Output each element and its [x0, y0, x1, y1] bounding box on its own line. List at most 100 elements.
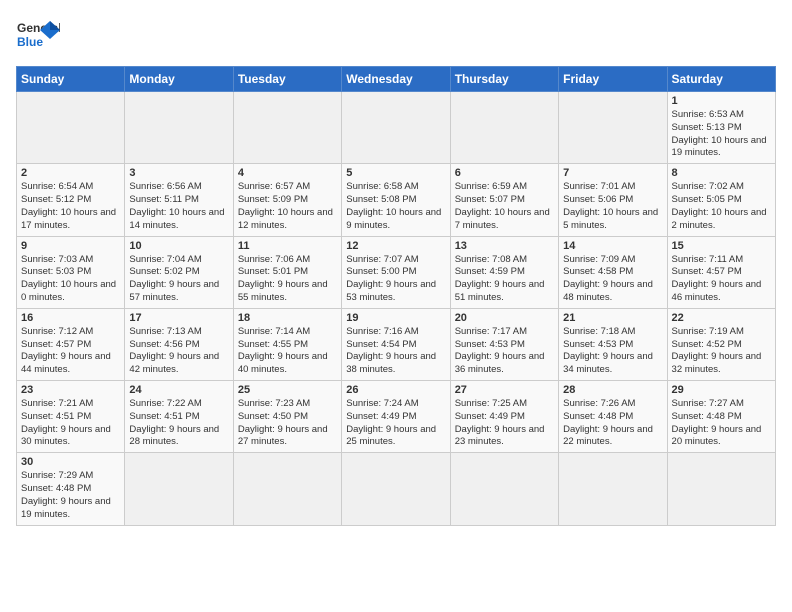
calendar-table: SundayMondayTuesdayWednesdayThursdayFrid…: [16, 66, 776, 526]
calendar-cell: 21 Sunrise: 7:18 AM Sunset: 4:53 PM Dayli…: [559, 308, 667, 380]
calendar-cell: 1Sunrise: 6:53 AM Sunset: 5:13 PM Daylig…: [667, 92, 775, 164]
calendar-cell: 19 Sunrise: 7:16 AM Sunset: 4:54 PM Dayli…: [342, 308, 450, 380]
day-number: 8: [672, 167, 771, 179]
day-number: 23: [21, 384, 120, 396]
calendar-cell: [559, 92, 667, 164]
calendar-cell: 10 Sunrise: 7:04 AM Sunset: 5:02 PM Dayli…: [125, 236, 233, 308]
day-number: 21: [563, 312, 662, 324]
day-info: Sunrise: 7:14 AM Sunset: 4:55 PM Dayligh…: [238, 326, 337, 377]
day-info: Sunrise: 7:06 AM Sunset: 5:01 PM Dayligh…: [238, 254, 337, 305]
day-info: Sunrise: 6:58 AM Sunset: 5:08 PM Dayligh…: [346, 181, 445, 232]
calendar-cell: 3 Sunrise: 6:56 AM Sunset: 5:11 PM Daylig…: [125, 164, 233, 236]
calendar-cell: 5 Sunrise: 6:58 AM Sunset: 5:08 PM Daylig…: [342, 164, 450, 236]
day-number: 28: [563, 384, 662, 396]
calendar-cell: 22Sunrise: 7:19 AM Sunset: 4:52 PM Dayli…: [667, 308, 775, 380]
calendar-cell: [125, 453, 233, 525]
day-number: 15: [672, 240, 771, 252]
day-number: 2: [21, 167, 120, 179]
day-number: 19: [346, 312, 445, 324]
calendar-week-row: 1Sunrise: 6:53 AM Sunset: 5:13 PM Daylig…: [17, 92, 776, 164]
calendar-cell: [233, 92, 341, 164]
calendar-cell: 8 Sunrise: 7:02 AM Sunset: 5:05 PM Daylig…: [667, 164, 775, 236]
day-of-week-header: Tuesday: [233, 67, 341, 92]
day-info: Sunrise: 7:08 AM Sunset: 4:59 PM Dayligh…: [455, 254, 554, 305]
day-info: Sunrise: 6:56 AM Sunset: 5:11 PM Dayligh…: [129, 181, 228, 232]
calendar-cell: [17, 92, 125, 164]
day-info: Sunrise: 7:13 AM Sunset: 4:56 PM Dayligh…: [129, 326, 228, 377]
calendar-cell: 4Sunrise: 6:57 AM Sunset: 5:09 PM Daylig…: [233, 164, 341, 236]
calendar-cell: [450, 453, 558, 525]
calendar-cell: 20Sunrise: 7:17 AM Sunset: 4:53 PM Dayli…: [450, 308, 558, 380]
calendar-cell: 28Sunrise: 7:26 AM Sunset: 4:48 PM Dayli…: [559, 381, 667, 453]
calendar-cell: 6Sunrise: 6:59 AM Sunset: 5:07 PM Daylig…: [450, 164, 558, 236]
day-info: Sunrise: 7:11 AM Sunset: 4:57 PM Dayligh…: [672, 254, 771, 305]
calendar-week-row: 16Sunrise: 7:12 AM Sunset: 4:57 PM Dayli…: [17, 308, 776, 380]
day-of-week-header: Friday: [559, 67, 667, 92]
calendar-cell: 11 Sunrise: 7:06 AM Sunset: 5:01 PM Dayli…: [233, 236, 341, 308]
day-info: Sunrise: 7:21 AM Sunset: 4:51 PM Dayligh…: [21, 398, 120, 449]
calendar-week-row: 23 Sunrise: 7:21 AM Sunset: 4:51 PM Dayli…: [17, 381, 776, 453]
day-info: Sunrise: 7:29 AM Sunset: 4:48 PM Dayligh…: [21, 470, 120, 521]
day-number: 24: [129, 384, 228, 396]
calendar-cell: [342, 453, 450, 525]
calendar-week-row: 30 Sunrise: 7:29 AM Sunset: 4:48 PM Dayli…: [17, 453, 776, 525]
calendar-cell: [233, 453, 341, 525]
day-info: Sunrise: 7:19 AM Sunset: 4:52 PM Dayligh…: [672, 326, 771, 377]
calendar-cell: 24 Sunrise: 7:22 AM Sunset: 4:51 PM Dayli…: [125, 381, 233, 453]
day-of-week-header: Wednesday: [342, 67, 450, 92]
day-info: Sunrise: 7:03 AM Sunset: 5:03 PM Dayligh…: [21, 254, 120, 305]
day-number: 6: [455, 167, 554, 179]
day-number: 25: [238, 384, 337, 396]
calendar-cell: [342, 92, 450, 164]
calendar-cell: 29 Sunrise: 7:27 AM Sunset: 4:48 PM Dayli…: [667, 381, 775, 453]
day-info: Sunrise: 7:07 AM Sunset: 5:00 PM Dayligh…: [346, 254, 445, 305]
calendar-cell: 12 Sunrise: 7:07 AM Sunset: 5:00 PM Dayli…: [342, 236, 450, 308]
calendar-cell: 7Sunrise: 7:01 AM Sunset: 5:06 PM Daylig…: [559, 164, 667, 236]
calendar-cell: 14Sunrise: 7:09 AM Sunset: 4:58 PM Dayli…: [559, 236, 667, 308]
day-info: Sunrise: 7:04 AM Sunset: 5:02 PM Dayligh…: [129, 254, 228, 305]
day-number: 7: [563, 167, 662, 179]
day-info: Sunrise: 7:24 AM Sunset: 4:49 PM Dayligh…: [346, 398, 445, 449]
day-info: Sunrise: 7:22 AM Sunset: 4:51 PM Dayligh…: [129, 398, 228, 449]
day-info: Sunrise: 7:02 AM Sunset: 5:05 PM Dayligh…: [672, 181, 771, 232]
day-number: 1: [672, 95, 771, 107]
calendar-cell: 25 Sunrise: 7:23 AM Sunset: 4:50 PM Dayli…: [233, 381, 341, 453]
calendar-cell: 23 Sunrise: 7:21 AM Sunset: 4:51 PM Dayli…: [17, 381, 125, 453]
day-number: 26: [346, 384, 445, 396]
calendar-cell: 27Sunrise: 7:25 AM Sunset: 4:49 PM Dayli…: [450, 381, 558, 453]
day-number: 12: [346, 240, 445, 252]
calendar-cell: 2 Sunrise: 6:54 AM Sunset: 5:12 PM Daylig…: [17, 164, 125, 236]
calendar-cell: 16Sunrise: 7:12 AM Sunset: 4:57 PM Dayli…: [17, 308, 125, 380]
svg-text:Blue: Blue: [17, 35, 43, 49]
day-info: Sunrise: 7:16 AM Sunset: 4:54 PM Dayligh…: [346, 326, 445, 377]
day-info: Sunrise: 7:09 AM Sunset: 4:58 PM Dayligh…: [563, 254, 662, 305]
day-info: Sunrise: 7:23 AM Sunset: 4:50 PM Dayligh…: [238, 398, 337, 449]
day-number: 29: [672, 384, 771, 396]
day-of-week-header: Sunday: [17, 67, 125, 92]
day-number: 3: [129, 167, 228, 179]
calendar-week-row: 9Sunrise: 7:03 AM Sunset: 5:03 PM Daylig…: [17, 236, 776, 308]
day-info: Sunrise: 6:54 AM Sunset: 5:12 PM Dayligh…: [21, 181, 120, 232]
day-number: 30: [21, 456, 120, 468]
day-number: 5: [346, 167, 445, 179]
calendar-cell: 15 Sunrise: 7:11 AM Sunset: 4:57 PM Dayli…: [667, 236, 775, 308]
day-of-week-header: Monday: [125, 67, 233, 92]
calendar-cell: 30 Sunrise: 7:29 AM Sunset: 4:48 PM Dayli…: [17, 453, 125, 525]
calendar-cell: 26 Sunrise: 7:24 AM Sunset: 4:49 PM Dayli…: [342, 381, 450, 453]
calendar-cell: [125, 92, 233, 164]
day-info: Sunrise: 7:18 AM Sunset: 4:53 PM Dayligh…: [563, 326, 662, 377]
calendar-header-row: SundayMondayTuesdayWednesdayThursdayFrid…: [17, 67, 776, 92]
calendar-cell: 9Sunrise: 7:03 AM Sunset: 5:03 PM Daylig…: [17, 236, 125, 308]
day-number: 27: [455, 384, 554, 396]
day-number: 11: [238, 240, 337, 252]
day-number: 20: [455, 312, 554, 324]
day-number: 4: [238, 167, 337, 179]
day-info: Sunrise: 7:27 AM Sunset: 4:48 PM Dayligh…: [672, 398, 771, 449]
day-number: 16: [21, 312, 120, 324]
day-of-week-header: Thursday: [450, 67, 558, 92]
calendar-cell: [667, 453, 775, 525]
day-number: 13: [455, 240, 554, 252]
day-number: 10: [129, 240, 228, 252]
calendar-week-row: 2 Sunrise: 6:54 AM Sunset: 5:12 PM Daylig…: [17, 164, 776, 236]
calendar-cell: [450, 92, 558, 164]
